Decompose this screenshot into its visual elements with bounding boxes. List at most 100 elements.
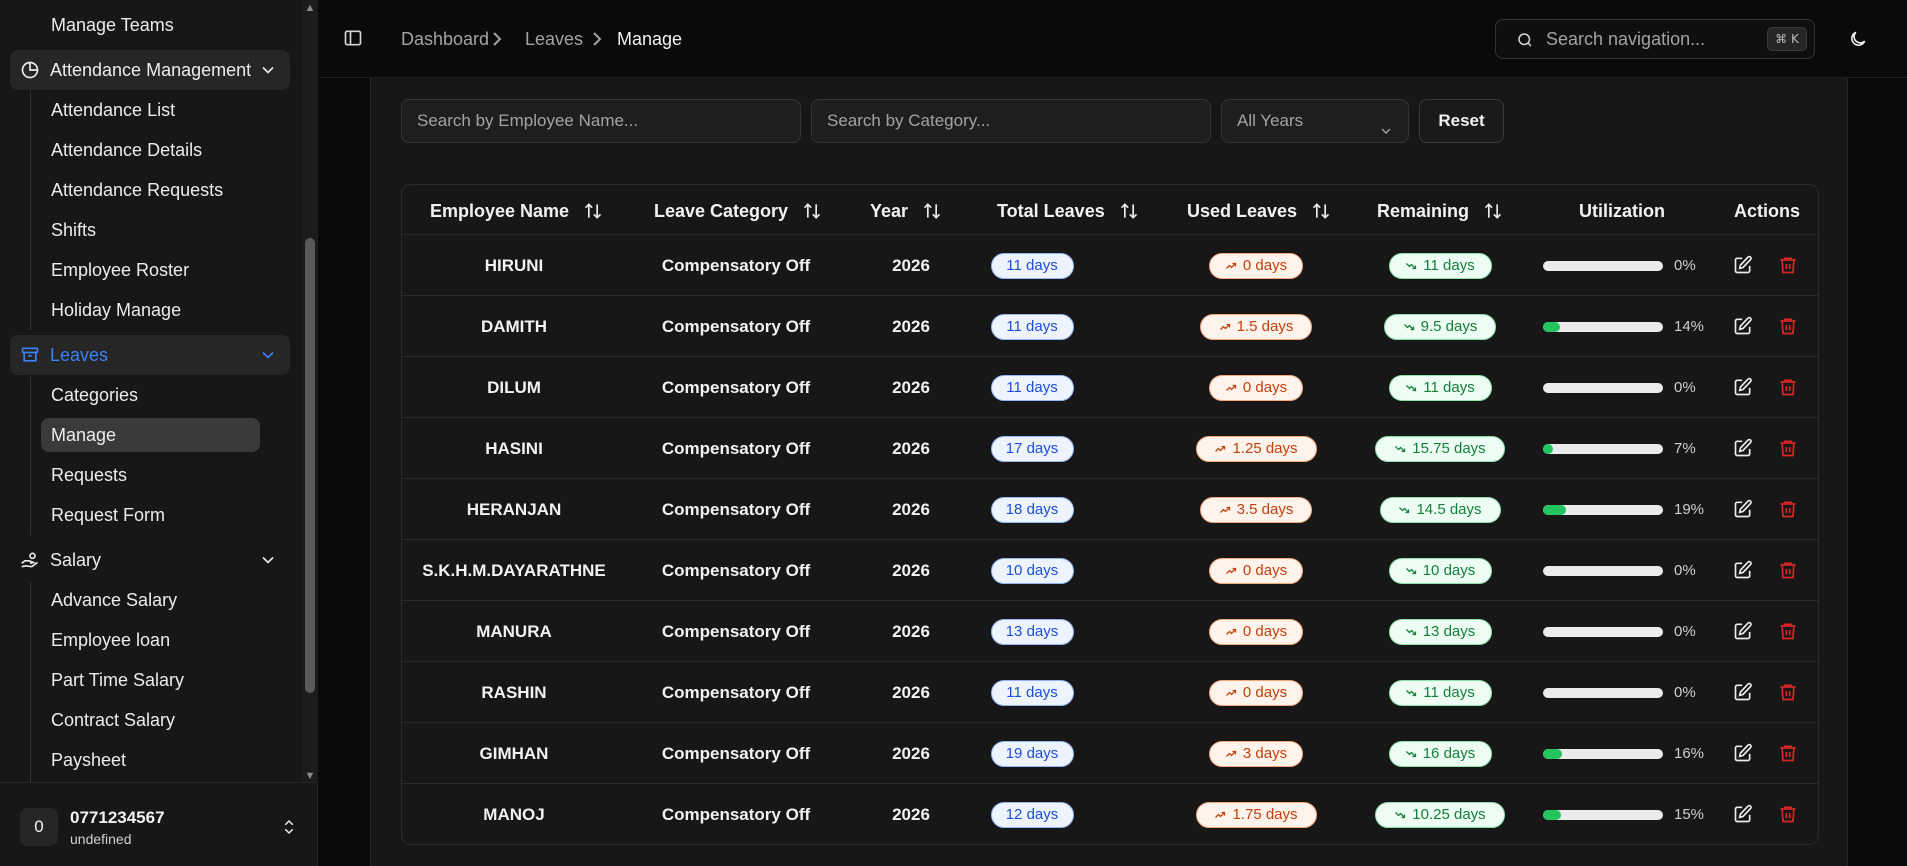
utilization-bar	[1543, 444, 1663, 454]
sidebar: Manage Teams Attendance Management Atten…	[0, 0, 318, 866]
badge-text: 0 days	[1242, 684, 1288, 701]
tree-line	[30, 92, 31, 330]
edit-icon[interactable]	[1733, 438, 1753, 458]
utilization-percent: 0%	[1674, 379, 1696, 396]
edit-icon[interactable]	[1733, 255, 1753, 275]
employee-search-input[interactable]: Search by Employee Name...	[401, 99, 801, 143]
sidebar-item-request-form[interactable]: Request Form	[51, 503, 165, 527]
table-row: DAMITH Compensatory Off 2026 11 days 1.5 day…	[402, 296, 1818, 357]
remaining-leaves-badge: 16 days	[1388, 741, 1492, 767]
utilization-bar-fill	[1543, 749, 1563, 759]
reset-button[interactable]: Reset	[1419, 99, 1504, 143]
edit-icon[interactable]	[1733, 560, 1753, 580]
trash-icon[interactable]	[1778, 560, 1798, 580]
sidebar-scrollbar-thumb[interactable]	[305, 238, 315, 693]
chevron-right-icon	[490, 30, 504, 48]
badge-text: 13 days	[1422, 623, 1476, 640]
used-leaves-badge: 3.5 days	[1200, 497, 1312, 523]
scroll-down-arrow-icon[interactable]: ▼	[304, 770, 316, 782]
trash-icon[interactable]	[1778, 621, 1798, 641]
table-row: RASHIN Compensatory Off 2026 11 days 0 days 1…	[402, 662, 1818, 723]
sidebar-group-leaves[interactable]: Leaves	[10, 335, 290, 375]
column-header-leave-category[interactable]: Leave Category	[654, 199, 822, 223]
utilization-percent: 19%	[1674, 501, 1705, 518]
sidebar-item-requests[interactable]: Requests	[51, 463, 127, 487]
column-header-year[interactable]: Year	[870, 199, 942, 223]
edit-icon[interactable]	[1733, 743, 1753, 763]
sort-icon[interactable]	[1311, 201, 1331, 221]
archive-icon	[18, 343, 42, 367]
edit-icon[interactable]	[1733, 499, 1753, 519]
sidebar-item-part-time-salary[interactable]: Part Time Salary	[51, 668, 184, 692]
table-row: HERANJAN Compensatory Off 2026 18 days 3.5 d…	[402, 479, 1818, 540]
sidebar-toggle-icon[interactable]	[343, 28, 363, 48]
trash-icon[interactable]	[1778, 316, 1798, 336]
edit-icon[interactable]	[1733, 621, 1753, 641]
sidebar-item-manage-teams[interactable]: Manage Teams	[51, 13, 174, 37]
sidebar-item-attendance-requests[interactable]: Attendance Requests	[51, 178, 223, 202]
column-label: Utilization	[1579, 200, 1665, 221]
employee-name-cell: GIMHAN	[479, 744, 549, 763]
employee-name-cell: HIRUNI	[484, 256, 544, 275]
column-header-used-leaves[interactable]: Used Leaves	[1187, 199, 1331, 223]
sort-icon[interactable]	[583, 201, 603, 221]
sidebar-item-holiday-manage[interactable]: Holiday Manage	[51, 298, 181, 322]
edit-icon[interactable]	[1733, 682, 1753, 702]
breadcrumb-leaves[interactable]: Leaves	[525, 28, 583, 50]
trash-icon[interactable]	[1778, 377, 1798, 397]
sidebar-item-attendance-list[interactable]: Attendance List	[51, 98, 175, 122]
sidebar-group-salary[interactable]: Salary	[10, 540, 290, 580]
employee-name-cell: HERANJAN	[466, 500, 562, 519]
sidebar-item-manage[interactable]: Manage	[41, 418, 260, 452]
column-label: Remaining	[1377, 200, 1470, 221]
trash-icon[interactable]	[1778, 255, 1798, 275]
scroll-up-arrow-icon[interactable]: ▲	[304, 2, 316, 14]
trending-down-icon	[1394, 443, 1406, 455]
column-label: Leave Category	[654, 200, 789, 221]
used-leaves-badge: 0 days	[1209, 619, 1303, 645]
used-leaves-badge: 0 days	[1209, 680, 1303, 706]
leave-category-cell: Compensatory Off	[661, 317, 811, 336]
category-search-input[interactable]: Search by Category...	[811, 99, 1211, 143]
chevrons-up-down-icon[interactable]	[280, 818, 298, 836]
sort-icon[interactable]	[1483, 201, 1503, 221]
sort-icon[interactable]	[1119, 201, 1139, 221]
column-header-total-leaves[interactable]: Total Leaves	[997, 199, 1139, 223]
moon-icon[interactable]	[1848, 29, 1868, 49]
breadcrumb-dashboard[interactable]: Dashboard	[401, 28, 489, 50]
column-header-employee-name[interactable]: Employee Name	[430, 199, 603, 223]
sidebar-item-employee-loan[interactable]: Employee loan	[51, 628, 170, 652]
avatar[interactable]: 0	[20, 808, 58, 846]
trash-icon[interactable]	[1778, 743, 1798, 763]
column-header-remaining[interactable]: Remaining	[1377, 199, 1503, 223]
utilization-bar	[1543, 810, 1663, 820]
sidebar-item-contract-salary[interactable]: Contract Salary	[51, 708, 175, 732]
leave-category-cell: Compensatory Off	[661, 439, 811, 458]
sidebar-item-categories[interactable]: Categories	[51, 383, 138, 407]
edit-icon[interactable]	[1733, 804, 1753, 824]
badge-text: 11 days	[1006, 684, 1058, 701]
sidebar-item-employee-roster[interactable]: Employee Roster	[51, 258, 189, 282]
sidebar-item-advance-salary[interactable]: Advance Salary	[51, 588, 177, 612]
sort-icon[interactable]	[922, 201, 942, 221]
edit-icon[interactable]	[1733, 377, 1753, 397]
trash-icon[interactable]	[1778, 804, 1798, 824]
trash-icon[interactable]	[1778, 499, 1798, 519]
sidebar-item-attendance-details[interactable]: Attendance Details	[51, 138, 202, 162]
year-select[interactable]: All Years	[1221, 99, 1409, 143]
trending-up-icon	[1214, 809, 1226, 821]
sidebar-item-paysheet[interactable]: Paysheet	[51, 748, 126, 772]
sidebar-group-attendance[interactable]: Attendance Management	[10, 50, 290, 90]
sidebar-item-shifts[interactable]: Shifts	[51, 218, 96, 242]
table-row: MANOJ Compensatory Off 2026 12 days 1.75 day…	[402, 784, 1818, 845]
sort-icon[interactable]	[802, 201, 822, 221]
leave-category-cell: Compensatory Off	[661, 500, 811, 519]
badge-text: 0 days	[1242, 379, 1288, 396]
edit-icon[interactable]	[1733, 316, 1753, 336]
remaining-leaves-badge: 11 days	[1388, 680, 1492, 706]
used-leaves-badge: 1.5 days	[1200, 314, 1312, 340]
trash-icon[interactable]	[1778, 438, 1798, 458]
utilization-bar	[1543, 261, 1663, 271]
trash-icon[interactable]	[1778, 682, 1798, 702]
column-label: Year	[870, 200, 909, 221]
